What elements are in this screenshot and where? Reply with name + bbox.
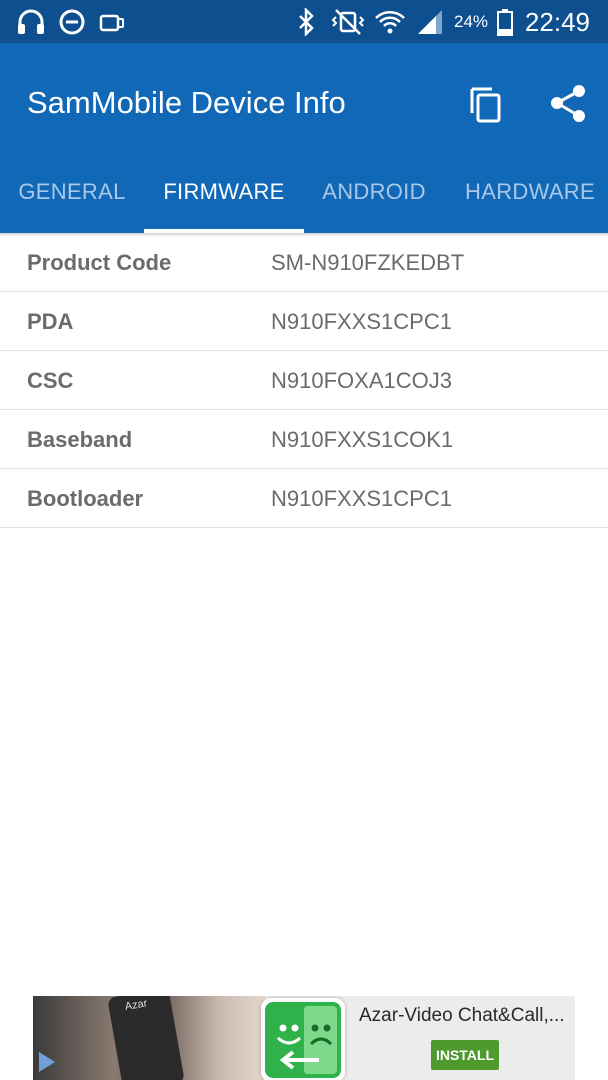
row-value: N910FXXS1CPC1 [271, 486, 452, 511]
vibrate-mute-icon [331, 9, 365, 35]
battery-percent: 24% [454, 12, 489, 31]
ad-phone-brand: Azar [123, 997, 149, 1014]
app-title: SamMobile Device Info [27, 85, 346, 120]
row-value: N910FXXS1COK1 [271, 427, 454, 452]
row-label: Baseband [27, 427, 133, 452]
headphones-icon [18, 9, 44, 34]
battery-icon [497, 9, 513, 36]
cast-icon [99, 14, 124, 32]
list-item-csc[interactable]: CSC N910FOXA1COJ3 [0, 351, 608, 410]
copy-icon [470, 87, 501, 123]
tab-hardware[interactable]: HARDWARE [452, 171, 608, 233]
ad-photo: Azar [33, 996, 265, 1080]
row-label: CSC [27, 368, 74, 393]
share-button[interactable] [547, 83, 591, 127]
tab-general[interactable]: GENERAL [0, 171, 144, 233]
firmware-info-list: Product Code SM-N910FZKEDBT PDA N910FXXS… [0, 233, 608, 528]
ad-phone-image: Azar [107, 996, 185, 1080]
list-item-baseband[interactable]: Baseband N910FXXS1COK1 [0, 410, 608, 469]
clock: 22:49 [524, 7, 590, 37]
tab-bar: GENERAL FIRMWARE ANDROID HARDWARE [0, 171, 608, 233]
row-value: SM-N910FZKEDBT [271, 250, 465, 275]
ad-app-logo [261, 998, 345, 1080]
share-icon [551, 85, 585, 122]
tab-firmware[interactable]: FIRMWARE [144, 171, 304, 233]
status-bar: 24% 22:49 [0, 0, 608, 43]
ad-choices-icon[interactable] [39, 1052, 55, 1072]
list-item-bootloader[interactable]: Bootloader N910FXXS1CPC1 [0, 469, 608, 528]
row-label: Bootloader [27, 486, 144, 511]
row-label: PDA [27, 309, 74, 334]
row-value: N910FXXS1CPC1 [271, 309, 452, 334]
row-label: Product Code [27, 250, 172, 275]
list-item-pda[interactable]: PDA N910FXXS1CPC1 [0, 292, 608, 351]
ad-title: Azar-Video Chat&Call,... [359, 1005, 565, 1026]
signal-icon [418, 10, 442, 34]
copy-button[interactable] [465, 83, 509, 127]
tab-android[interactable]: ANDROID [304, 171, 444, 233]
azar-logo-icon [265, 1002, 341, 1078]
list-item-product-code[interactable]: Product Code SM-N910FZKEDBT [0, 233, 608, 292]
wifi-icon [375, 11, 405, 34]
install-button[interactable]: INSTALL [431, 1040, 499, 1070]
row-value: N910FOXA1COJ3 [271, 368, 452, 393]
do-not-disturb-icon [59, 9, 85, 35]
app-bar: SamMobile Device Info GENERAL FIRMWARE A… [0, 43, 608, 233]
bluetooth-icon [299, 8, 314, 36]
ad-banner[interactable]: Azar Azar-Video Chat&Call,... INSTALL [33, 996, 575, 1080]
